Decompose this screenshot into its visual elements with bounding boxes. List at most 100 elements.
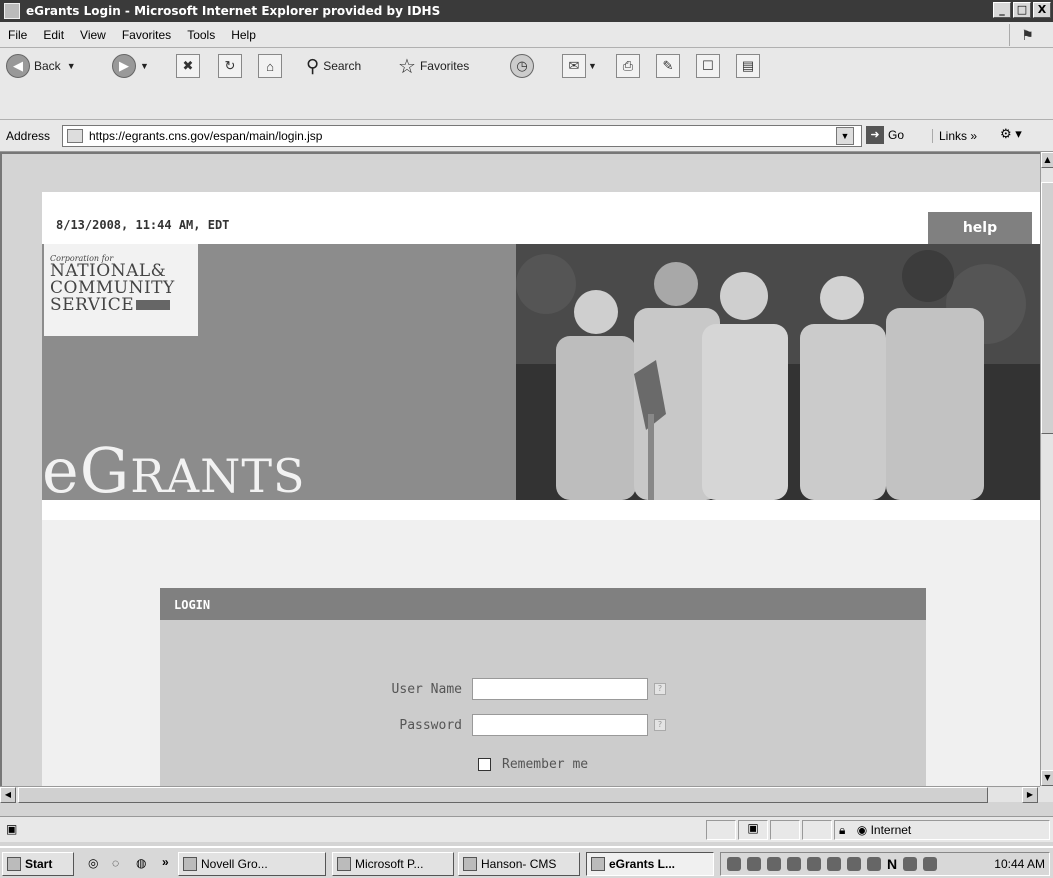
task-hanson-label: Hanson- CMS bbox=[481, 857, 557, 871]
quicklaunch-app-icon[interactable]: ◍ bbox=[136, 856, 146, 870]
task-powerpoint-label: Microsoft P... bbox=[355, 857, 424, 871]
refresh-button[interactable]: ↻ bbox=[218, 52, 242, 80]
window-title: eGrants Login - Microsoft Internet Explo… bbox=[26, 4, 441, 18]
volume-icon[interactable] bbox=[787, 857, 801, 871]
back-dropdown-icon[interactable]: ▼ bbox=[67, 61, 76, 71]
menu-view[interactable]: View bbox=[72, 28, 114, 42]
system-tray: N 10:44 AM bbox=[720, 852, 1050, 876]
tray-n-icon[interactable]: N bbox=[887, 856, 897, 872]
favorites-button[interactable]: ☆ Favorites bbox=[398, 52, 469, 80]
logo-flag-stripes bbox=[136, 300, 171, 310]
vertical-scroll-thumb[interactable] bbox=[1041, 182, 1053, 434]
window-titlebar: eGrants Login - Microsoft Internet Explo… bbox=[0, 0, 1053, 22]
remember-me-checkbox[interactable] bbox=[478, 758, 491, 771]
stop-icon: ✖ bbox=[176, 54, 200, 78]
wordmark-e: e bbox=[42, 434, 80, 507]
mail-dropdown-icon[interactable]: ▼ bbox=[588, 61, 597, 71]
research-icon: ▤ bbox=[736, 54, 760, 78]
horizontal-scroll-thumb[interactable] bbox=[18, 787, 988, 803]
toolbar-extra-icon[interactable]: ⚙ ▾ bbox=[1000, 126, 1022, 142]
menu-help[interactable]: Help bbox=[223, 28, 264, 42]
favorites-label: Favorites bbox=[419, 59, 470, 73]
password-help-icon[interactable]: ? bbox=[654, 719, 666, 731]
scroll-down-icon[interactable]: ▼ bbox=[1041, 770, 1053, 786]
forward-arrow-icon: ▶ bbox=[112, 54, 136, 78]
tray-icon-7[interactable] bbox=[847, 857, 861, 871]
search-button[interactable]: ⚲ Search bbox=[306, 52, 361, 80]
menu-edit[interactable]: Edit bbox=[35, 28, 72, 42]
stop-button[interactable]: ✖ bbox=[176, 52, 200, 80]
edit-button[interactable]: ✎ bbox=[656, 52, 680, 80]
minimize-button[interactable]: _ bbox=[993, 2, 1011, 18]
edit-icon: ✎ bbox=[656, 54, 680, 78]
tray-icon-2[interactable] bbox=[747, 857, 761, 871]
task-novell[interactable]: Novell Gro... bbox=[178, 852, 326, 876]
research-button[interactable]: ▤ bbox=[736, 52, 760, 80]
username-help-icon[interactable]: ? bbox=[654, 683, 666, 695]
taskbar-clock[interactable]: 10:44 AM bbox=[994, 857, 1045, 871]
tray-icon-5[interactable] bbox=[807, 857, 821, 871]
search-icon: ⚲ bbox=[306, 55, 320, 76]
zone-label: Internet bbox=[870, 823, 912, 837]
folder-icon bbox=[463, 857, 477, 871]
volunteers-photo bbox=[516, 244, 1040, 500]
back-button[interactable]: ◀ Back ▼ bbox=[6, 52, 76, 80]
standard-toolbar: ◀ Back ▼ ▶ ▼ ✖ ↻ ⌂ ⚲ Search ☆ Favorites … bbox=[0, 48, 1053, 120]
tray-icon-3[interactable] bbox=[767, 857, 781, 871]
windows-flag-icon bbox=[7, 857, 21, 871]
forward-dropdown-icon[interactable]: ▼ bbox=[140, 61, 149, 71]
username-input[interactable] bbox=[472, 678, 648, 700]
cncs-logo: Corporation for NATIONAL& COMMUNITY SERV… bbox=[44, 244, 198, 336]
status-cell-2: ▣ bbox=[738, 820, 768, 840]
back-arrow-icon: ◀ bbox=[6, 54, 30, 78]
history-button[interactable]: ◷ bbox=[510, 52, 538, 80]
maximize-button[interactable]: □ bbox=[1013, 2, 1031, 18]
horizontal-scrollbar[interactable]: ◀ ▶ bbox=[0, 786, 1040, 803]
menu-file[interactable]: File bbox=[0, 28, 35, 42]
window-controls: _ □ X bbox=[993, 2, 1051, 18]
discuss-button[interactable]: ☐ bbox=[696, 52, 720, 80]
password-input[interactable] bbox=[472, 714, 648, 736]
quicklaunch-more-icon[interactable]: » bbox=[162, 855, 169, 869]
task-hanson[interactable]: Hanson- CMS bbox=[458, 852, 580, 876]
address-input[interactable]: https://egrants.cns.gov/espan/main/login… bbox=[62, 125, 862, 147]
close-button[interactable]: X bbox=[1033, 2, 1051, 18]
tray-icon-6[interactable] bbox=[827, 857, 841, 871]
quicklaunch-ie-icon[interactable]: ◎ bbox=[88, 856, 98, 870]
vertical-scrollbar[interactable]: ▲ ▼ bbox=[1040, 152, 1053, 786]
home-icon: ⌂ bbox=[258, 54, 282, 78]
scroll-left-icon[interactable]: ◀ bbox=[0, 787, 16, 803]
status-cell-1 bbox=[706, 820, 736, 840]
scroll-up-icon[interactable]: ▲ bbox=[1041, 152, 1053, 168]
start-button[interactable]: Start bbox=[2, 852, 74, 876]
status-cell-4 bbox=[802, 820, 832, 840]
go-arrow-icon: ➜ bbox=[866, 126, 884, 144]
egrants-wordmark: eGRANTS bbox=[42, 434, 306, 507]
username-label: User Name bbox=[391, 682, 462, 697]
tray-icon-11[interactable] bbox=[923, 857, 938, 871]
go-button[interactable]: ➜ Go bbox=[866, 126, 904, 144]
task-powerpoint[interactable]: Microsoft P... bbox=[332, 852, 454, 876]
menu-favorites[interactable]: Favorites bbox=[114, 28, 179, 42]
forward-button[interactable]: ▶ ▼ bbox=[112, 52, 149, 80]
refresh-icon: ↻ bbox=[218, 54, 242, 78]
links-button[interactable]: Links » bbox=[932, 129, 977, 143]
menu-tools[interactable]: Tools bbox=[179, 28, 223, 42]
address-dropdown-icon[interactable]: ▼ bbox=[836, 127, 854, 145]
task-egrants[interactable]: eGrants L... bbox=[586, 852, 714, 876]
quicklaunch-search-icon[interactable]: ◌ bbox=[112, 856, 119, 870]
help-link[interactable]: help bbox=[928, 212, 1032, 244]
tray-icon-1[interactable] bbox=[727, 857, 741, 871]
task-egrants-label: eGrants L... bbox=[609, 857, 676, 871]
address-url: https://egrants.cns.gov/espan/main/login… bbox=[89, 129, 323, 143]
scroll-right-icon[interactable]: ▶ bbox=[1022, 787, 1038, 803]
home-button[interactable]: ⌂ bbox=[258, 52, 282, 80]
windows-taskbar: Start ◎ ◌ ◍ » Novell Gro... Microsoft P.… bbox=[0, 846, 1053, 878]
wordmark-g: G bbox=[79, 434, 131, 507]
print-button[interactable]: ⎙ bbox=[616, 52, 640, 80]
mail-button[interactable]: ✉ ▼ bbox=[562, 52, 597, 80]
tray-icon-8[interactable] bbox=[867, 857, 881, 871]
status-bar: ▣ ▣ 🔒︎ ◉ Internet bbox=[0, 816, 1053, 842]
tray-icon-10[interactable] bbox=[903, 857, 918, 871]
size-grip[interactable] bbox=[1040, 786, 1053, 802]
